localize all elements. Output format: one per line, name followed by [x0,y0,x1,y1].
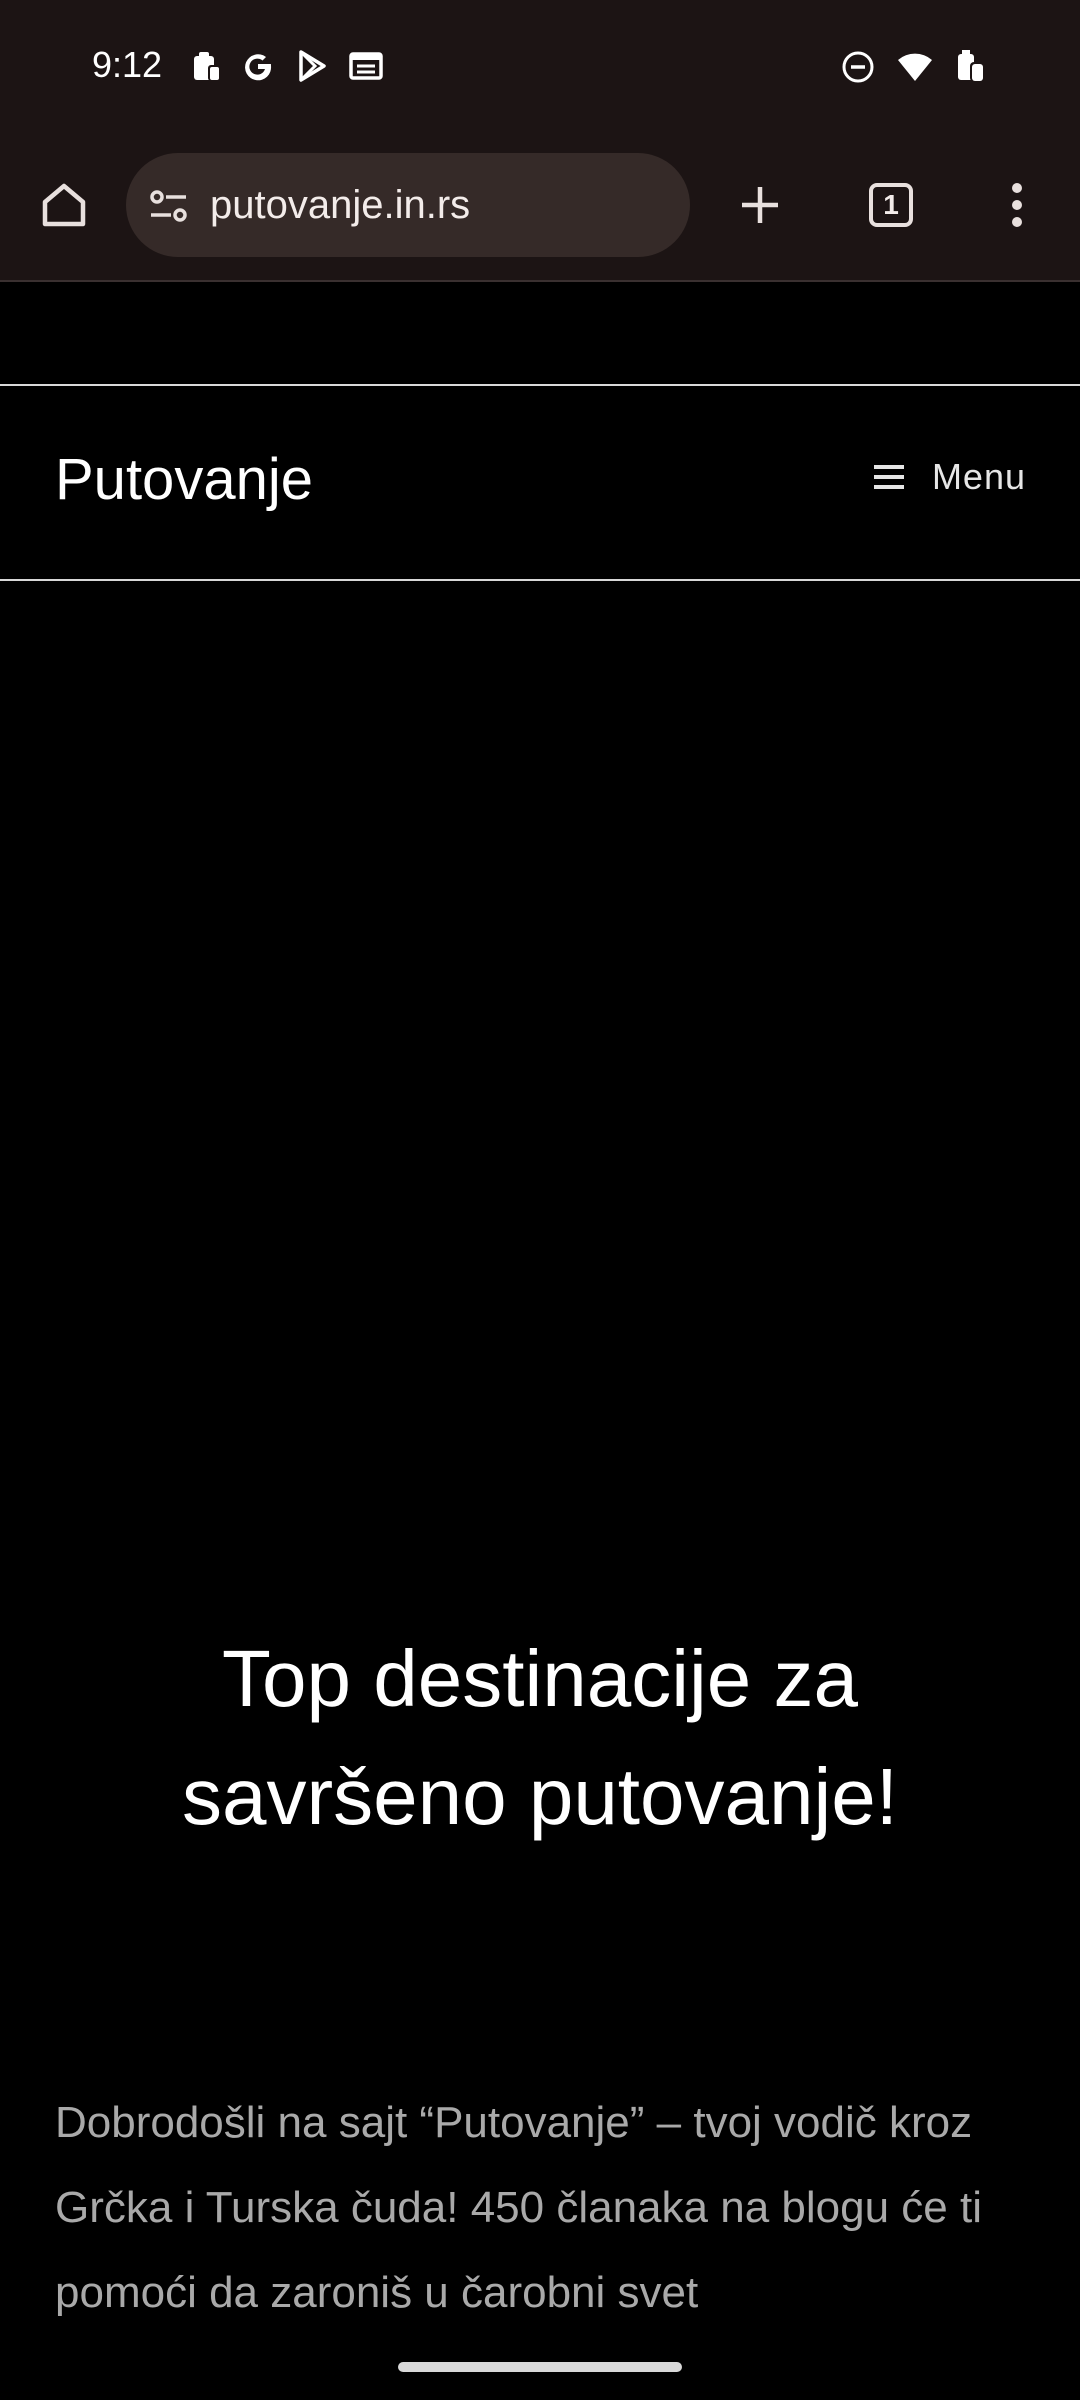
system-icons [840,48,990,86]
plus-icon [742,187,778,223]
browser-toolbar: putovanje.in.rs 1 [0,135,1080,282]
address-bar[interactable]: putovanje.in.rs [126,153,690,257]
news-icon [348,48,384,84]
more-options-button[interactable] [1000,175,1034,235]
menu-button[interactable]: Menu [872,456,1026,498]
hero-title: Top destinacije za savršeno putovanje! [181,1634,898,1841]
clipboard-icon [188,49,222,83]
gesture-nav-bar[interactable] [398,2362,682,2372]
wifi-icon [896,49,934,85]
battery-icon [954,48,990,86]
play-store-icon [294,48,330,84]
status-time: 9:12 [92,44,163,85]
dnd-icon [840,49,876,85]
google-icon [240,48,276,84]
menu-label: Menu [931,456,1026,497]
intro-paragraph: Dobrodošli na sajt “Putovanje” – tvoj vo… [55,2098,982,2317]
home-icon [42,183,86,227]
site-settings-icon[interactable] [146,183,192,229]
hamburger-icon [873,465,904,489]
url-text[interactable]: putovanje.in.rs [210,183,470,228]
home-button[interactable] [34,175,94,235]
site-header: Putovanje Menu [0,386,1080,580]
tab-switcher-button[interactable]: 1 [863,177,919,233]
header-divider [0,579,1080,581]
site-title[interactable]: Putovanje [55,446,313,513]
new-tab-button[interactable] [730,175,790,235]
more-vert-icon [1012,183,1022,227]
notification-icons [188,48,384,84]
tab-count: 1 [869,183,913,227]
status-bar: 9:12 [0,0,1080,135]
